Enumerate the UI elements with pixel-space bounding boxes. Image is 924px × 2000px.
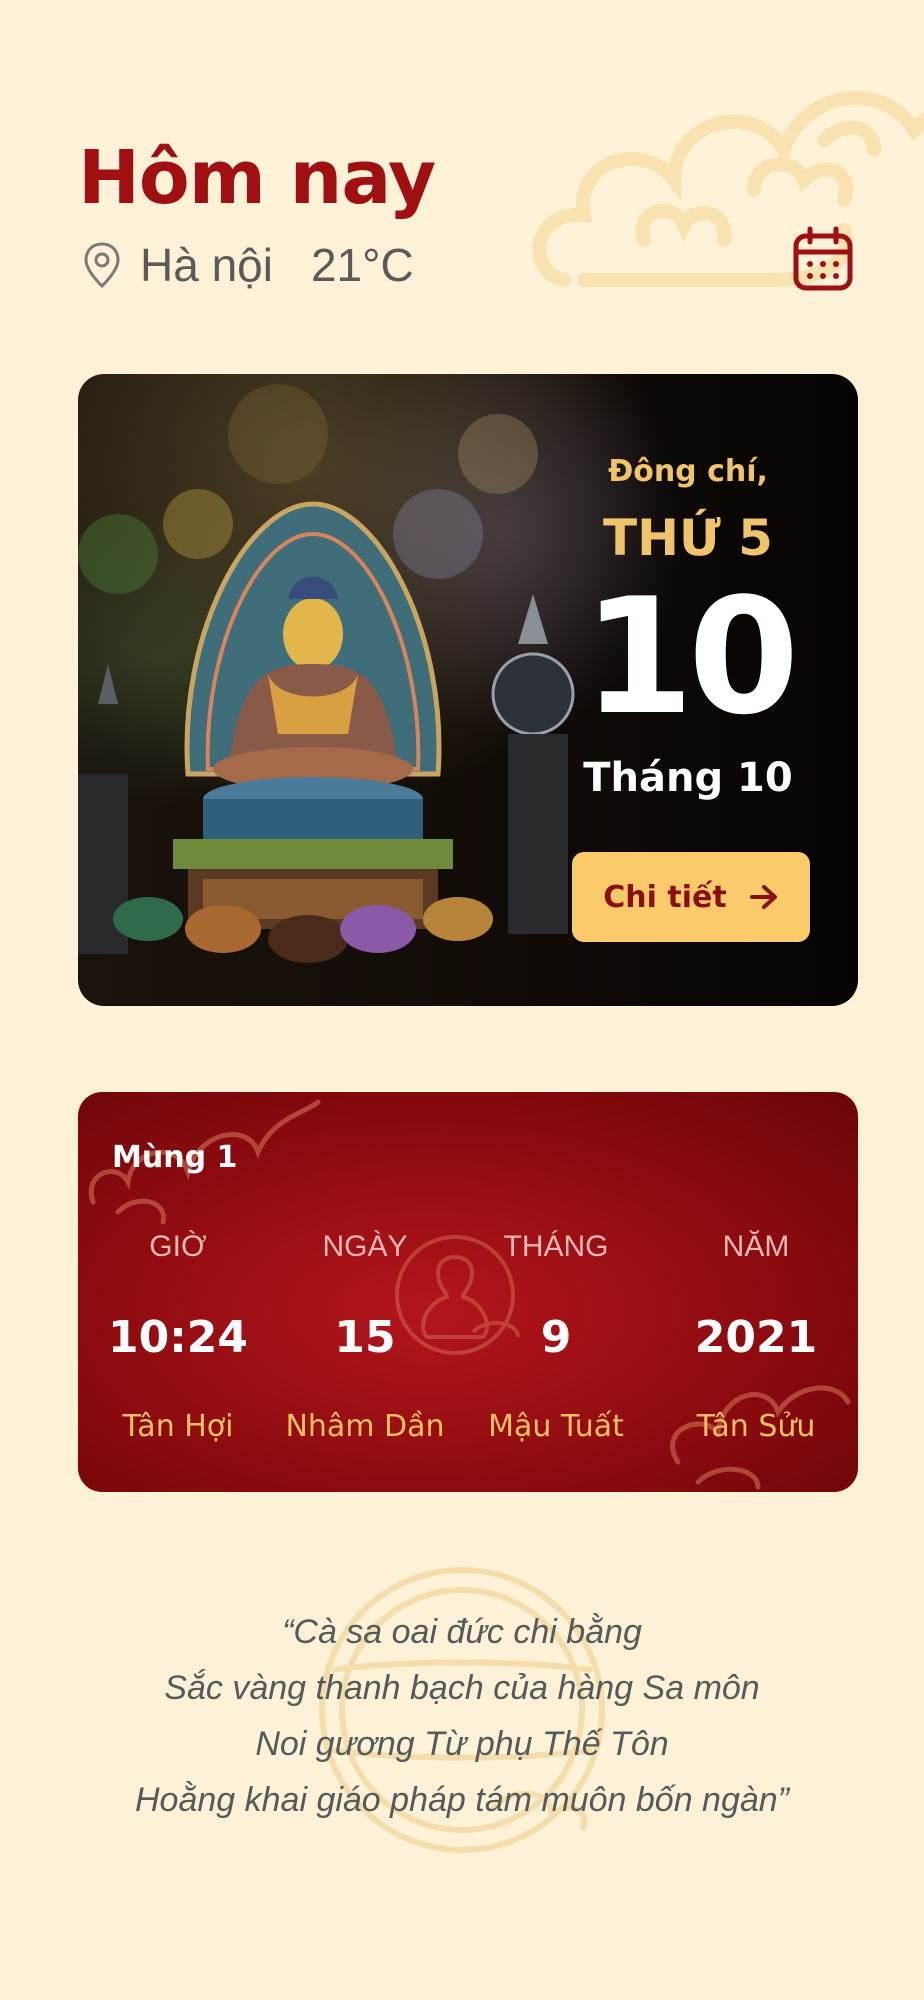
day-number: 10 [582, 563, 800, 750]
month-label: Tháng 10 [583, 755, 793, 801]
location-name: Hà nội [140, 239, 273, 291]
quote-line: Sắc vàng thanh bạch của hàng Sa môn [164, 1669, 760, 1707]
quote-section: “Cà sa oai đức chi bằng Sắc vàng thanh b… [0, 1560, 924, 1880]
lunar-col-head: NGÀY [322, 1230, 408, 1263]
lunar-col-head: GIỜ [149, 1230, 207, 1263]
hero-date-block: Đông chí, THỨ 5 10 Tháng 10 [518, 454, 858, 801]
quote-line: “Cà sa oai đức chi bằng [282, 1613, 642, 1651]
location-pin-icon [84, 242, 120, 289]
festival-name: Đông chí, [608, 454, 768, 489]
quote-line: Hoằng khai giáo pháp tám muôn bốn ngàn” [134, 1781, 790, 1819]
lunar-col-canchi: Mậu Tuất [488, 1409, 624, 1444]
lunar-col-canchi: Tân Hợi [122, 1409, 234, 1444]
lunar-col-canchi: Nhâm Dần [285, 1409, 445, 1444]
calendar-icon[interactable] [792, 226, 854, 292]
location-weather: Hà nội 21°C [82, 238, 414, 292]
quote-line: Noi gương Từ phụ Thế Tôn [255, 1725, 669, 1763]
lunar-col-head: THÁNG [503, 1230, 609, 1263]
lunar-col-value: 2021 [694, 1312, 818, 1363]
lunar-col-value: 15 [334, 1312, 396, 1363]
lunar-date-card: Mùng 1 GIỜ 10:24 Tân Hợi NGÀY 15 Nhâm Dầ… [78, 1092, 858, 1492]
today-screen: Hôm nay Hà nội 21°C Đông chí, THỨ 5 10 T… [0, 0, 924, 2000]
lunar-col-year: NĂM 2021 Tân Sửu [656, 1230, 856, 1444]
lunar-day-label: Mùng 1 [112, 1140, 238, 1175]
lunar-col-canchi: Tân Sửu [696, 1409, 816, 1444]
arrow-right-icon [749, 885, 777, 909]
quote-text: “Cà sa oai đức chi bằng Sắc vàng thanh b… [0, 1604, 924, 1828]
lunar-col-month: THÁNG 9 Mậu Tuất [456, 1230, 656, 1444]
detail-button-label: Chi tiết [603, 879, 727, 915]
lunar-col-head: NĂM [722, 1230, 790, 1263]
temperature: 21°C [310, 239, 414, 291]
cloud-decoration [532, 91, 924, 287]
lunar-col-hour: GIỜ 10:24 Tân Hợi [78, 1230, 278, 1444]
weekday: THỨ 5 [603, 509, 773, 567]
lunar-col-value: 9 [540, 1312, 572, 1363]
lunar-col-day: NGÀY 15 Nhâm Dần [265, 1230, 465, 1444]
lunar-col-value: 10:24 [107, 1312, 249, 1363]
page-title: Hôm nay [78, 135, 436, 221]
detail-button[interactable]: Chi tiết [572, 852, 810, 942]
